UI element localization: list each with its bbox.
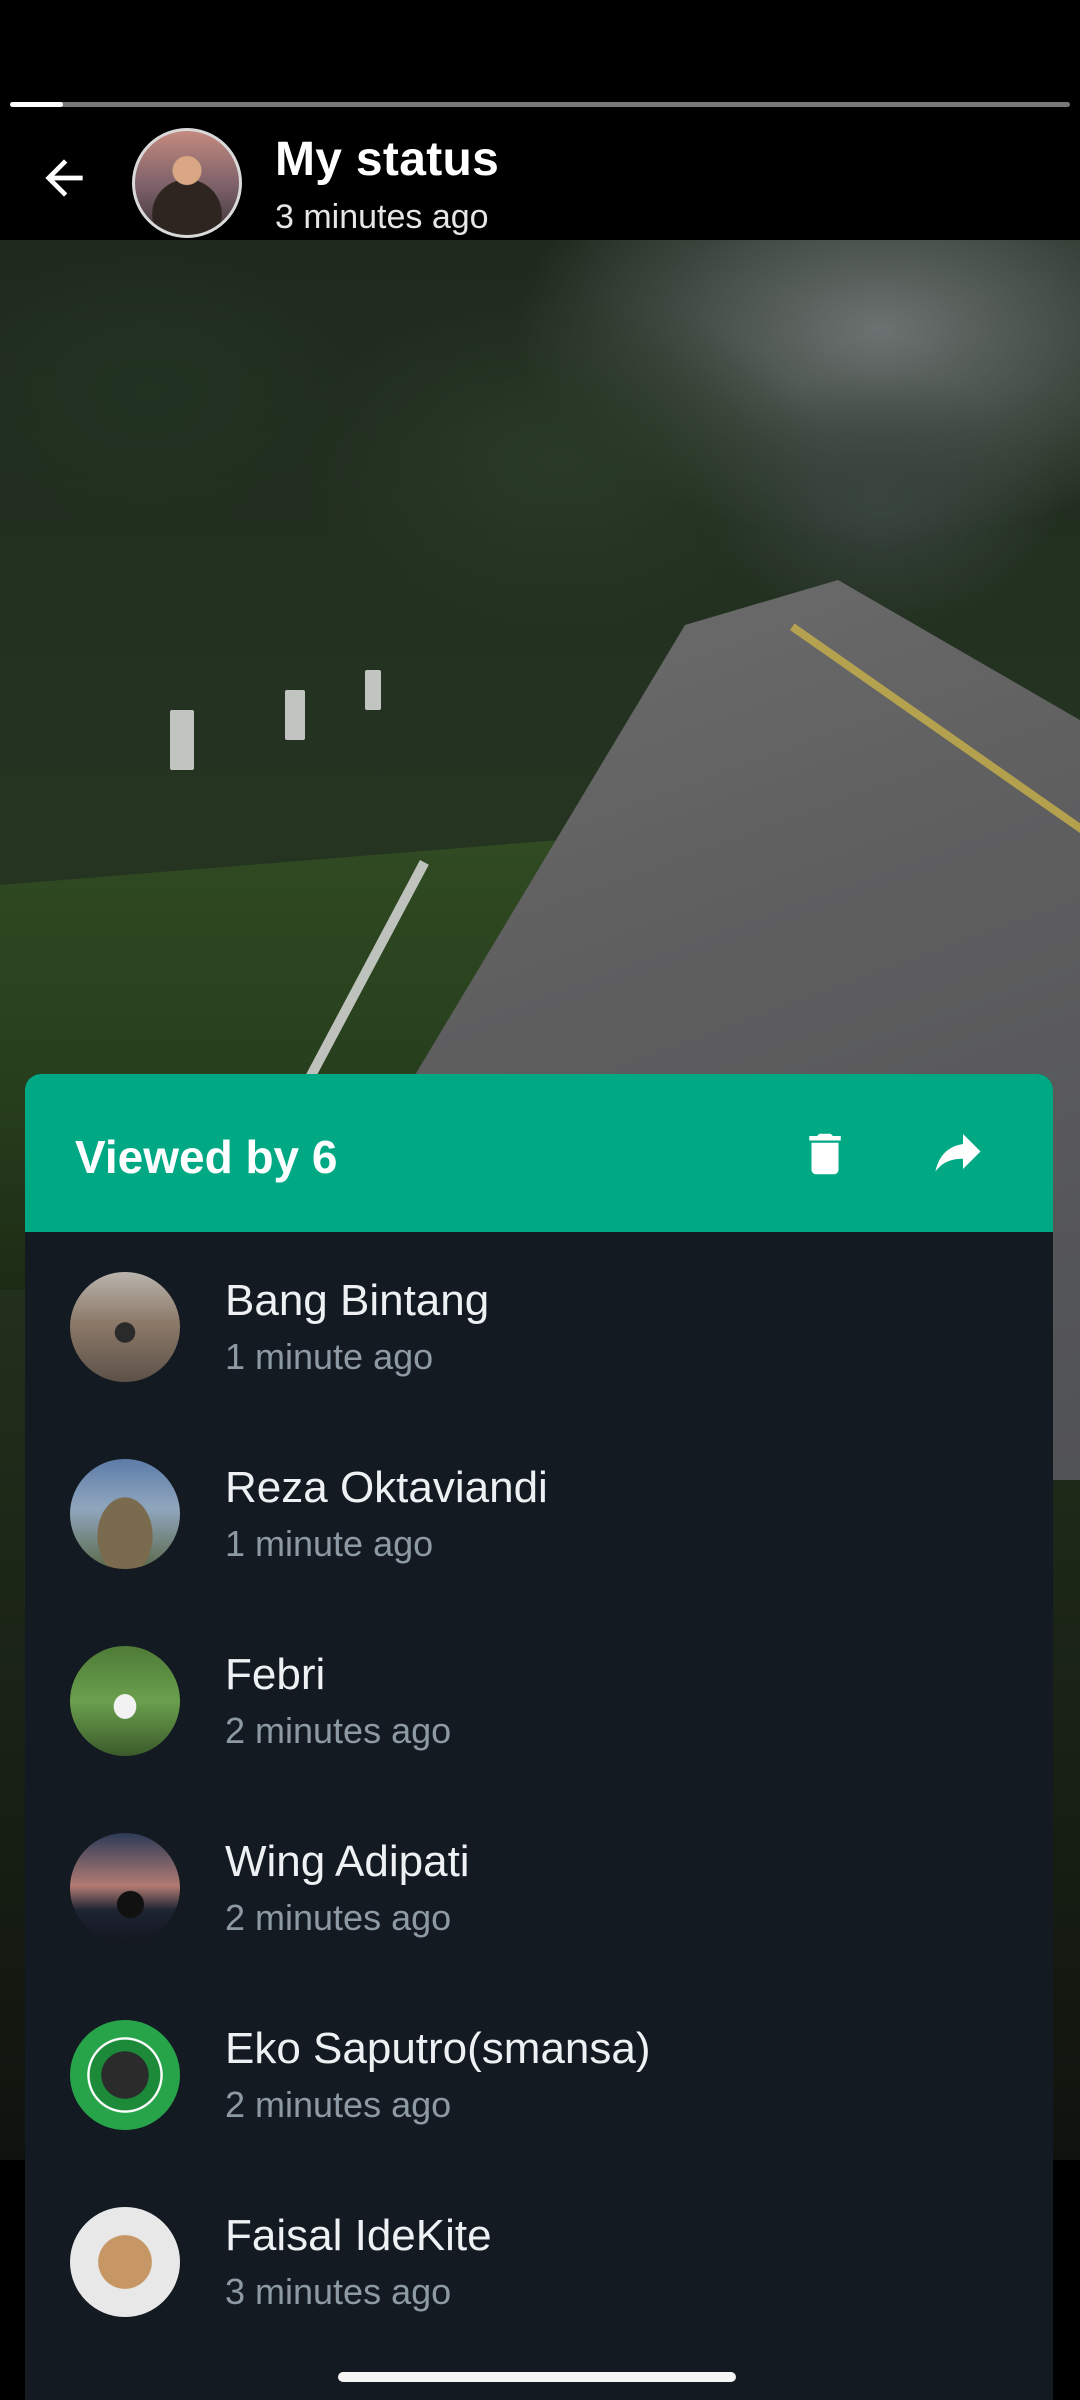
avatar[interactable]: [70, 1646, 180, 1756]
viewer-row[interactable]: Bang Bintang 1 minute ago: [25, 1232, 1053, 1419]
viewers-header: Viewed by 6: [25, 1074, 1053, 1232]
viewer-time: 1 minute ago: [225, 1523, 434, 1564]
viewed-by-count: Viewed by 6: [75, 1131, 338, 1183]
back-button[interactable]: [34, 148, 94, 208]
viewer-name: Bang Bintang: [225, 1276, 490, 1325]
post: [170, 710, 194, 770]
arrow-left-icon: [45, 159, 83, 197]
avatar[interactable]: [70, 1272, 180, 1382]
forward-button[interactable]: [918, 1114, 998, 1194]
status-header: My status 3 minutes ago: [0, 110, 1080, 240]
avatar[interactable]: [132, 128, 242, 238]
status-title: My status: [275, 133, 500, 186]
share-forward-icon: [935, 1134, 981, 1172]
viewer-time: 2 minutes ago: [225, 1897, 452, 1938]
viewer-name: Eko Saputro(smansa): [225, 2024, 651, 2073]
viewer-row[interactable]: Febri 2 minutes ago: [25, 1606, 1053, 1793]
delete-button[interactable]: [785, 1114, 865, 1194]
viewer-name: Faisal IdeKite: [225, 2211, 492, 2260]
viewer-name: Reza Oktaviandi: [225, 1463, 548, 1512]
status-progress-fill: [10, 102, 63, 107]
avatar[interactable]: [70, 1833, 180, 1943]
viewer-row[interactable]: Wing Adipati 2 minutes ago: [25, 1793, 1053, 1980]
viewer-row[interactable]: Reza Oktaviandi 1 minute ago: [25, 1419, 1053, 1606]
status-progress-bar: [10, 102, 1070, 107]
home-indicator[interactable]: [338, 2372, 736, 2382]
viewer-time: 2 minutes ago: [225, 2084, 452, 2125]
viewer-name: Febri: [225, 1650, 326, 1699]
viewer-row[interactable]: Faisal IdeKite 3 minutes ago: [25, 2167, 1053, 2354]
status-time: 3 minutes ago: [275, 198, 489, 236]
avatar[interactable]: [70, 1459, 180, 1569]
post: [285, 690, 305, 740]
viewer-row[interactable]: Eko Saputro(smansa) 2 minutes ago: [25, 1980, 1053, 2167]
viewer-time: 1 minute ago: [225, 1336, 434, 1377]
viewers-sheet: Viewed by 6 Bang Bintang 1 minute ago Re…: [25, 1074, 1053, 2400]
avatar[interactable]: [70, 2020, 180, 2130]
viewer-list: Bang Bintang 1 minute ago Reza Oktaviand…: [25, 1232, 1053, 2354]
viewer-time: 2 minutes ago: [225, 1710, 452, 1751]
avatar[interactable]: [70, 2207, 180, 2317]
post: [365, 670, 381, 710]
viewer-name: Wing Adipati: [225, 1837, 470, 1886]
viewer-time: 3 minutes ago: [225, 2271, 452, 2312]
trash-icon: [809, 1133, 841, 1175]
